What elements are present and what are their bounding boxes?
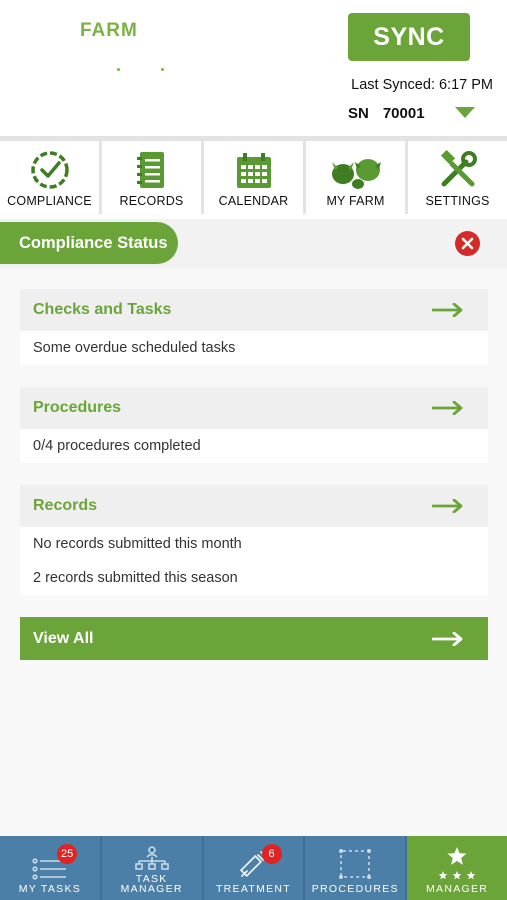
arrow-right-icon bbox=[432, 631, 463, 646]
view-all-label: View All bbox=[33, 629, 94, 647]
sn-dropdown-caret-icon[interactable] bbox=[455, 107, 475, 118]
records-header[interactable]: Records bbox=[20, 485, 488, 527]
checks-and-tasks-title: Checks and Tasks bbox=[33, 301, 172, 318]
sn-value: 70001 bbox=[382, 105, 425, 122]
procedures-icon bbox=[339, 849, 372, 879]
small-stars-icon bbox=[438, 871, 476, 880]
compliance-check-icon bbox=[30, 151, 69, 189]
tab-label-task-manager-line2: MANAGER bbox=[120, 883, 183, 895]
tab-manager[interactable]: MANAGER bbox=[407, 836, 507, 900]
procedures-header[interactable]: Procedures bbox=[20, 387, 488, 429]
checks-and-tasks-card: Checks and Tasks Some overdue scheduled … bbox=[20, 289, 488, 365]
checks-and-tasks-header[interactable]: Checks and Tasks bbox=[20, 289, 488, 331]
sn-selector-label: SN 70001 bbox=[348, 105, 425, 122]
last-synced-text: Last Synced: 6:17 PM bbox=[351, 77, 493, 93]
records-icon bbox=[136, 152, 164, 188]
tab-task-manager[interactable]: TASK MANAGER bbox=[101, 836, 202, 900]
top-nav: COMPLIANCE RECORDS CALENDAR MY FARM SETT… bbox=[0, 141, 507, 214]
nav-item-compliance[interactable]: COMPLIANCE bbox=[0, 141, 99, 214]
records-title: Records bbox=[33, 497, 98, 514]
arrow-right-icon bbox=[432, 499, 463, 513]
records-status-month: No records submitted this month bbox=[33, 536, 242, 552]
logo-dots bbox=[117, 68, 167, 74]
sn-label: SN bbox=[348, 105, 369, 122]
tab-label-treatment: TREATMENT bbox=[215, 883, 292, 895]
tab-label-my-tasks: MY TASKS bbox=[18, 883, 82, 895]
arrow-right-icon bbox=[432, 303, 463, 317]
tab-procedures[interactable]: PROCEDURES bbox=[305, 836, 406, 900]
farm-animals-icon bbox=[331, 159, 381, 189]
nav-label-settings: SETTINGS bbox=[425, 194, 490, 208]
nav-label-my-farm: MY FARM bbox=[326, 194, 385, 208]
my-tasks-badge: 25 bbox=[57, 844, 78, 864]
tools-icon bbox=[440, 150, 477, 187]
records-card: Records No records submitted this month … bbox=[20, 485, 488, 595]
procedures-card: Procedures 0/4 procedures completed bbox=[20, 387, 488, 463]
close-icon[interactable] bbox=[455, 231, 480, 256]
app-header: FARM SYNC Last Synced: 6:17 PM SN 70001 bbox=[0, 0, 507, 136]
star-icon bbox=[447, 847, 467, 865]
nav-label-calendar: CALENDAR bbox=[218, 194, 289, 208]
nav-label-records: RECORDS bbox=[119, 194, 184, 208]
view-all-button[interactable]: View All bbox=[20, 617, 488, 660]
nav-item-records[interactable]: RECORDS bbox=[102, 141, 201, 214]
nav-item-my-farm[interactable]: MY FARM bbox=[306, 141, 405, 214]
nav-item-calendar[interactable]: CALENDAR bbox=[204, 141, 303, 214]
farm-logo: FARM bbox=[80, 20, 138, 41]
treatment-badge: 6 bbox=[261, 844, 282, 864]
calendar-icon bbox=[236, 153, 271, 188]
bottom-tab-bar: 25 MY TASKS TASK MANAGER 6 TREATMENT PRO… bbox=[0, 836, 507, 900]
tab-label-procedures: PROCEDURES bbox=[311, 883, 399, 895]
nav-item-settings[interactable]: SETTINGS bbox=[408, 141, 507, 214]
compliance-status-title: Compliance Status bbox=[0, 222, 178, 264]
procedures-title: Procedures bbox=[33, 399, 122, 416]
compliance-status-bar: Compliance Status bbox=[0, 219, 507, 269]
checks-and-tasks-status: Some overdue scheduled tasks bbox=[33, 340, 236, 356]
procedures-status: 0/4 procedures completed bbox=[33, 438, 201, 454]
arrow-right-icon bbox=[432, 401, 463, 415]
records-status-season: 2 records submitted this season bbox=[33, 570, 238, 586]
tab-treatment[interactable]: 6 TREATMENT bbox=[203, 836, 304, 900]
tab-label-manager: MANAGER bbox=[425, 883, 489, 895]
sync-button[interactable]: SYNC bbox=[348, 13, 470, 61]
tab-my-tasks[interactable]: 25 MY TASKS bbox=[0, 836, 100, 900]
org-chart-icon bbox=[134, 846, 169, 870]
nav-label-compliance: COMPLIANCE bbox=[7, 194, 92, 208]
